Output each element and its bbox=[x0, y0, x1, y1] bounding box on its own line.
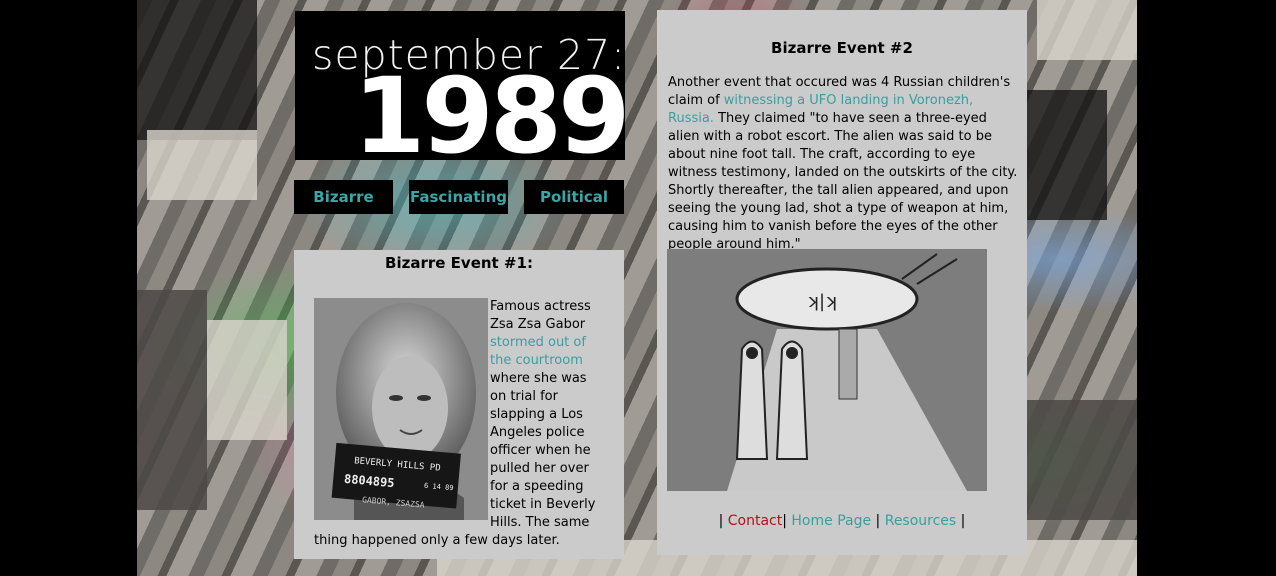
event1-courtroom-link[interactable]: stormed out of the courtroom bbox=[490, 335, 586, 368]
mugshot-line3: 6 14 89 bbox=[423, 481, 454, 493]
event1-text-before: Famous actress Zsa Zsa Gabor bbox=[490, 299, 591, 332]
footer-sep: | bbox=[782, 513, 787, 529]
header-year: 1989 bbox=[353, 55, 625, 160]
nav-bizarre-button[interactable]: Bizarre bbox=[294, 180, 393, 214]
poster-skull bbox=[1017, 90, 1107, 220]
home-page-link[interactable]: Home Page bbox=[791, 513, 871, 529]
date-header: september 27: 1989 bbox=[295, 11, 625, 160]
event1-body: BEVERLY HILLS PD 8804895 6 14 89 GABOR, … bbox=[314, 298, 606, 550]
zsa-zsa-mugshot-image: BEVERLY HILLS PD 8804895 6 14 89 GABOR, … bbox=[314, 298, 488, 520]
nav-political-button[interactable]: Political bbox=[524, 180, 624, 214]
svg-text:ʞ|ʞ: ʞ|ʞ bbox=[807, 291, 837, 312]
nav-fascinating-button[interactable]: Fascinating bbox=[409, 180, 508, 214]
poster-light bbox=[207, 320, 287, 440]
resources-link[interactable]: Resources bbox=[885, 513, 957, 529]
poster-strip bbox=[137, 290, 207, 510]
event2-title: Bizarre Event #2 bbox=[771, 39, 913, 57]
poster-bottom-right bbox=[1027, 400, 1137, 520]
event2-body: Another event that occured was 4 Russian… bbox=[668, 74, 1020, 254]
footer-sep: | bbox=[960, 513, 966, 529]
footer-sep: | bbox=[875, 513, 881, 529]
poster-anti bbox=[147, 130, 257, 200]
footer-links: | Contact| Home Page | Resources | bbox=[657, 512, 1027, 530]
event1-panel: Bizarre Event #1: BEVERLY HILLS PD 88048… bbox=[294, 250, 624, 559]
poster-top-right bbox=[1037, 0, 1137, 60]
event2-panel: Bizarre Event #2 Another event that occu… bbox=[657, 10, 1027, 555]
contact-link[interactable]: Contact bbox=[728, 513, 782, 529]
poster-face bbox=[137, 0, 257, 140]
ufo-drawing-image: ʞ|ʞ bbox=[667, 249, 987, 491]
footer-sep: | bbox=[718, 513, 724, 529]
event2-text-after: They claimed "to have seen a three-eyed … bbox=[668, 111, 1018, 252]
event1-title: Bizarre Event #1: bbox=[385, 254, 533, 272]
